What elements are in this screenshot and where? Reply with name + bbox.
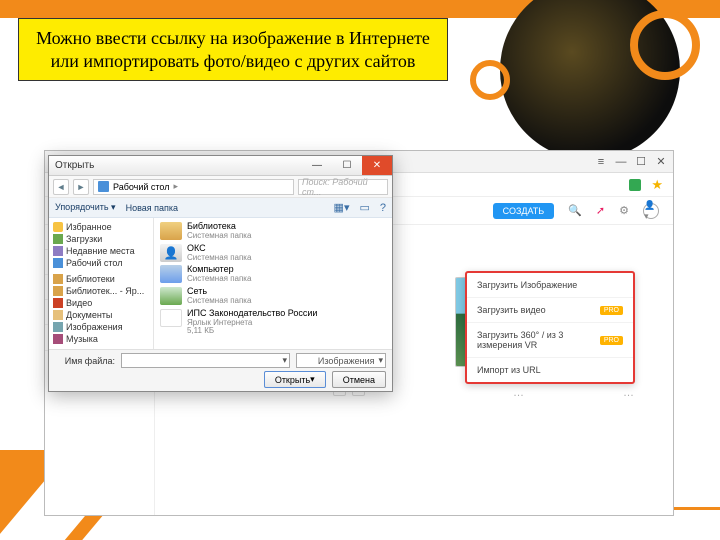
- view-icon[interactable]: ▦▾: [334, 201, 350, 214]
- help-icon[interactable]: ?: [380, 202, 386, 214]
- open-button[interactable]: Открыть ▾: [264, 371, 326, 388]
- filetype-select[interactable]: Изображения: [296, 353, 386, 368]
- file-pane: БиблиотекаСистемная папка 👤ОКССистемная …: [154, 218, 392, 349]
- close-icon[interactable]: ✕: [362, 156, 392, 175]
- minimize-icon[interactable]: —: [302, 156, 332, 175]
- more-icon[interactable]: …: [513, 387, 526, 399]
- maximize-icon[interactable]: ☐: [332, 156, 362, 175]
- create-button[interactable]: СОЗДАТЬ: [493, 203, 555, 219]
- tree-documents[interactable]: Документы: [51, 309, 151, 321]
- upload-image[interactable]: Загрузить Изображение: [467, 273, 633, 298]
- tree-recent[interactable]: Недавние места: [51, 245, 151, 257]
- ring-decoration: [470, 60, 510, 100]
- upload-video[interactable]: Загрузить видеоPRO: [467, 298, 633, 323]
- import-url[interactable]: Импорт из URL: [467, 358, 633, 382]
- maximize-icon[interactable]: ☐: [635, 156, 647, 168]
- breadcrumb[interactable]: Рабочий стол▸: [93, 179, 294, 195]
- new-folder-button[interactable]: Новая папка: [126, 203, 178, 213]
- preview-icon[interactable]: ▭: [359, 201, 369, 214]
- forward-icon[interactable]: ►: [73, 179, 89, 195]
- extension-icon[interactable]: [629, 179, 641, 191]
- cancel-button[interactable]: Отмена: [332, 371, 386, 388]
- desktop-icon: [98, 181, 109, 192]
- tree-downloads[interactable]: Загрузки: [51, 233, 151, 245]
- dialog-command-bar: Упорядочить ▾ Новая папка ▦▾ ▭ ?: [49, 198, 392, 218]
- menu-icon[interactable]: ≡: [595, 156, 607, 168]
- item-network[interactable]: СетьСистемная папка: [160, 287, 386, 306]
- rocket-icon[interactable]: ➚: [596, 204, 605, 217]
- dialog-navbar: ◄ ► Рабочий стол▸ Поиск: Рабочий ст...: [49, 176, 392, 198]
- tree-favorites[interactable]: Избранное: [51, 221, 151, 233]
- dialog-titlebar: Открыть — ☐ ✕: [49, 156, 392, 176]
- tree-lib-shortcut[interactable]: Библиотек... - Яр...: [51, 285, 151, 297]
- open-dialog: Открыть — ☐ ✕ ◄ ► Рабочий стол▸ Поиск: Р…: [48, 155, 393, 392]
- bookmark-icon[interactable]: ★: [651, 177, 663, 193]
- tree-images[interactable]: Изображения: [51, 321, 151, 333]
- tree-desktop[interactable]: Рабочий стол: [51, 257, 151, 269]
- back-icon[interactable]: ◄: [53, 179, 69, 195]
- item-libraries[interactable]: БиблиотекаСистемная папка: [160, 222, 386, 241]
- search-input[interactable]: Поиск: Рабочий ст...: [298, 179, 388, 195]
- tree-video[interactable]: Видео: [51, 297, 151, 309]
- more-icon[interactable]: …: [623, 387, 636, 399]
- tree-music[interactable]: Музыка: [51, 333, 151, 345]
- upload-menu: Загрузить Изображение Загрузить видеоPRO…: [465, 271, 635, 384]
- item-user[interactable]: 👤ОКССистемная папка: [160, 244, 386, 263]
- close-icon[interactable]: ✕: [655, 156, 667, 168]
- gear-icon[interactable]: ⚙: [619, 204, 629, 217]
- search-icon[interactable]: 🔍: [568, 204, 582, 217]
- filename-input[interactable]: [121, 353, 290, 368]
- dialog-title: Открыть: [55, 160, 94, 171]
- tree-libraries[interactable]: Библиотеки: [51, 273, 151, 285]
- item-computer[interactable]: КомпьютерСистемная папка: [160, 265, 386, 284]
- filename-label: Имя файла:: [55, 356, 115, 366]
- avatar[interactable]: 👤▾: [643, 203, 659, 219]
- upload-360[interactable]: Загрузить 360° / из 3 измерения VRPRO: [467, 323, 633, 358]
- item-ips[interactable]: ИПС Законодательство РоссииЯрлык Интерне…: [160, 309, 386, 336]
- annotation-callout: Можно ввести ссылку на изображение в Инт…: [18, 18, 448, 81]
- dialog-footer: Имя файла: Изображения Открыть ▾ Отмена: [49, 349, 392, 391]
- organize-button[interactable]: Упорядочить ▾: [55, 202, 116, 213]
- folder-tree: Избранное Загрузки Недавние места Рабочи…: [49, 218, 154, 349]
- ring-decoration: [630, 10, 700, 80]
- minimize-icon[interactable]: —: [615, 156, 627, 168]
